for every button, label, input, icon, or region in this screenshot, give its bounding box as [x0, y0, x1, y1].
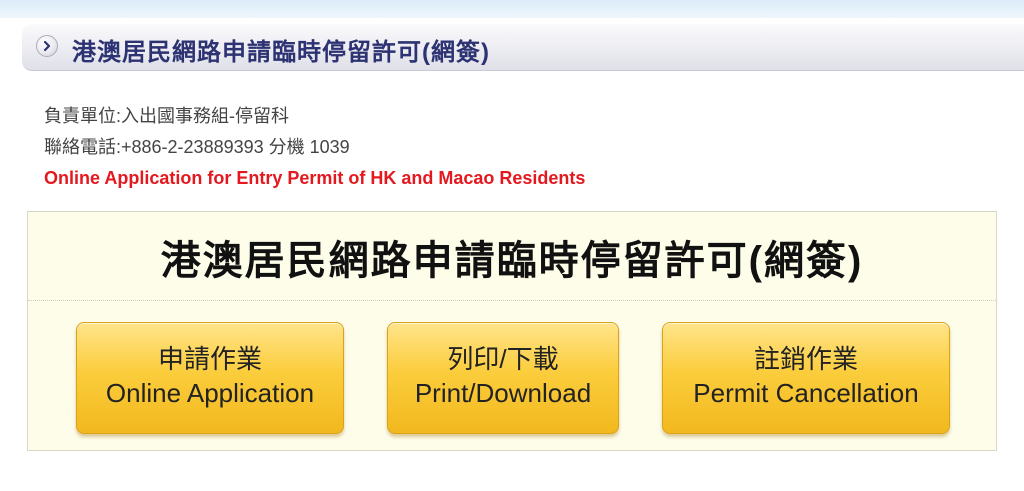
panel-divider: [28, 300, 996, 301]
permit-cancellation-label-zh: 註銷作業: [753, 344, 858, 374]
english-title: Online Application for Entry Permit of H…: [44, 168, 586, 188]
online-application-label-zh: 申請作業: [157, 344, 262, 374]
print-download-label-en: Print/Download: [414, 378, 592, 408]
print-download-label-zh: 列印/下載: [447, 344, 559, 374]
application-panel: 港澳居民網路申請臨時停留許可(網簽) 申請作業 Online Applicati…: [27, 211, 997, 451]
top-banner-strip: [0, 0, 1024, 18]
online-application-button[interactable]: 申請作業 Online Application: [76, 322, 344, 434]
panel-heading: 港澳居民網路申請臨時停留許可(網簽): [160, 239, 864, 283]
department-info: 負責單位:入出國事務組-停留科: [44, 106, 289, 126]
print-download-button[interactable]: 列印/下載 Print/Download: [387, 322, 619, 434]
chevron-right-circle-icon: [36, 35, 58, 57]
permit-cancellation-label-en: Permit Cancellation: [693, 378, 919, 408]
permit-cancellation-button[interactable]: 註銷作業 Permit Cancellation: [662, 322, 950, 434]
phone-info: 聯絡電話:+886-2-23889393 分機 1039: [44, 137, 350, 157]
online-application-label-en: Online Application: [105, 378, 315, 408]
page-title: 港澳居民網路申請臨時停留許可(網簽): [72, 39, 490, 66]
page-title-bar: 港澳居民網路申請臨時停留許可(網簽): [22, 24, 1024, 71]
